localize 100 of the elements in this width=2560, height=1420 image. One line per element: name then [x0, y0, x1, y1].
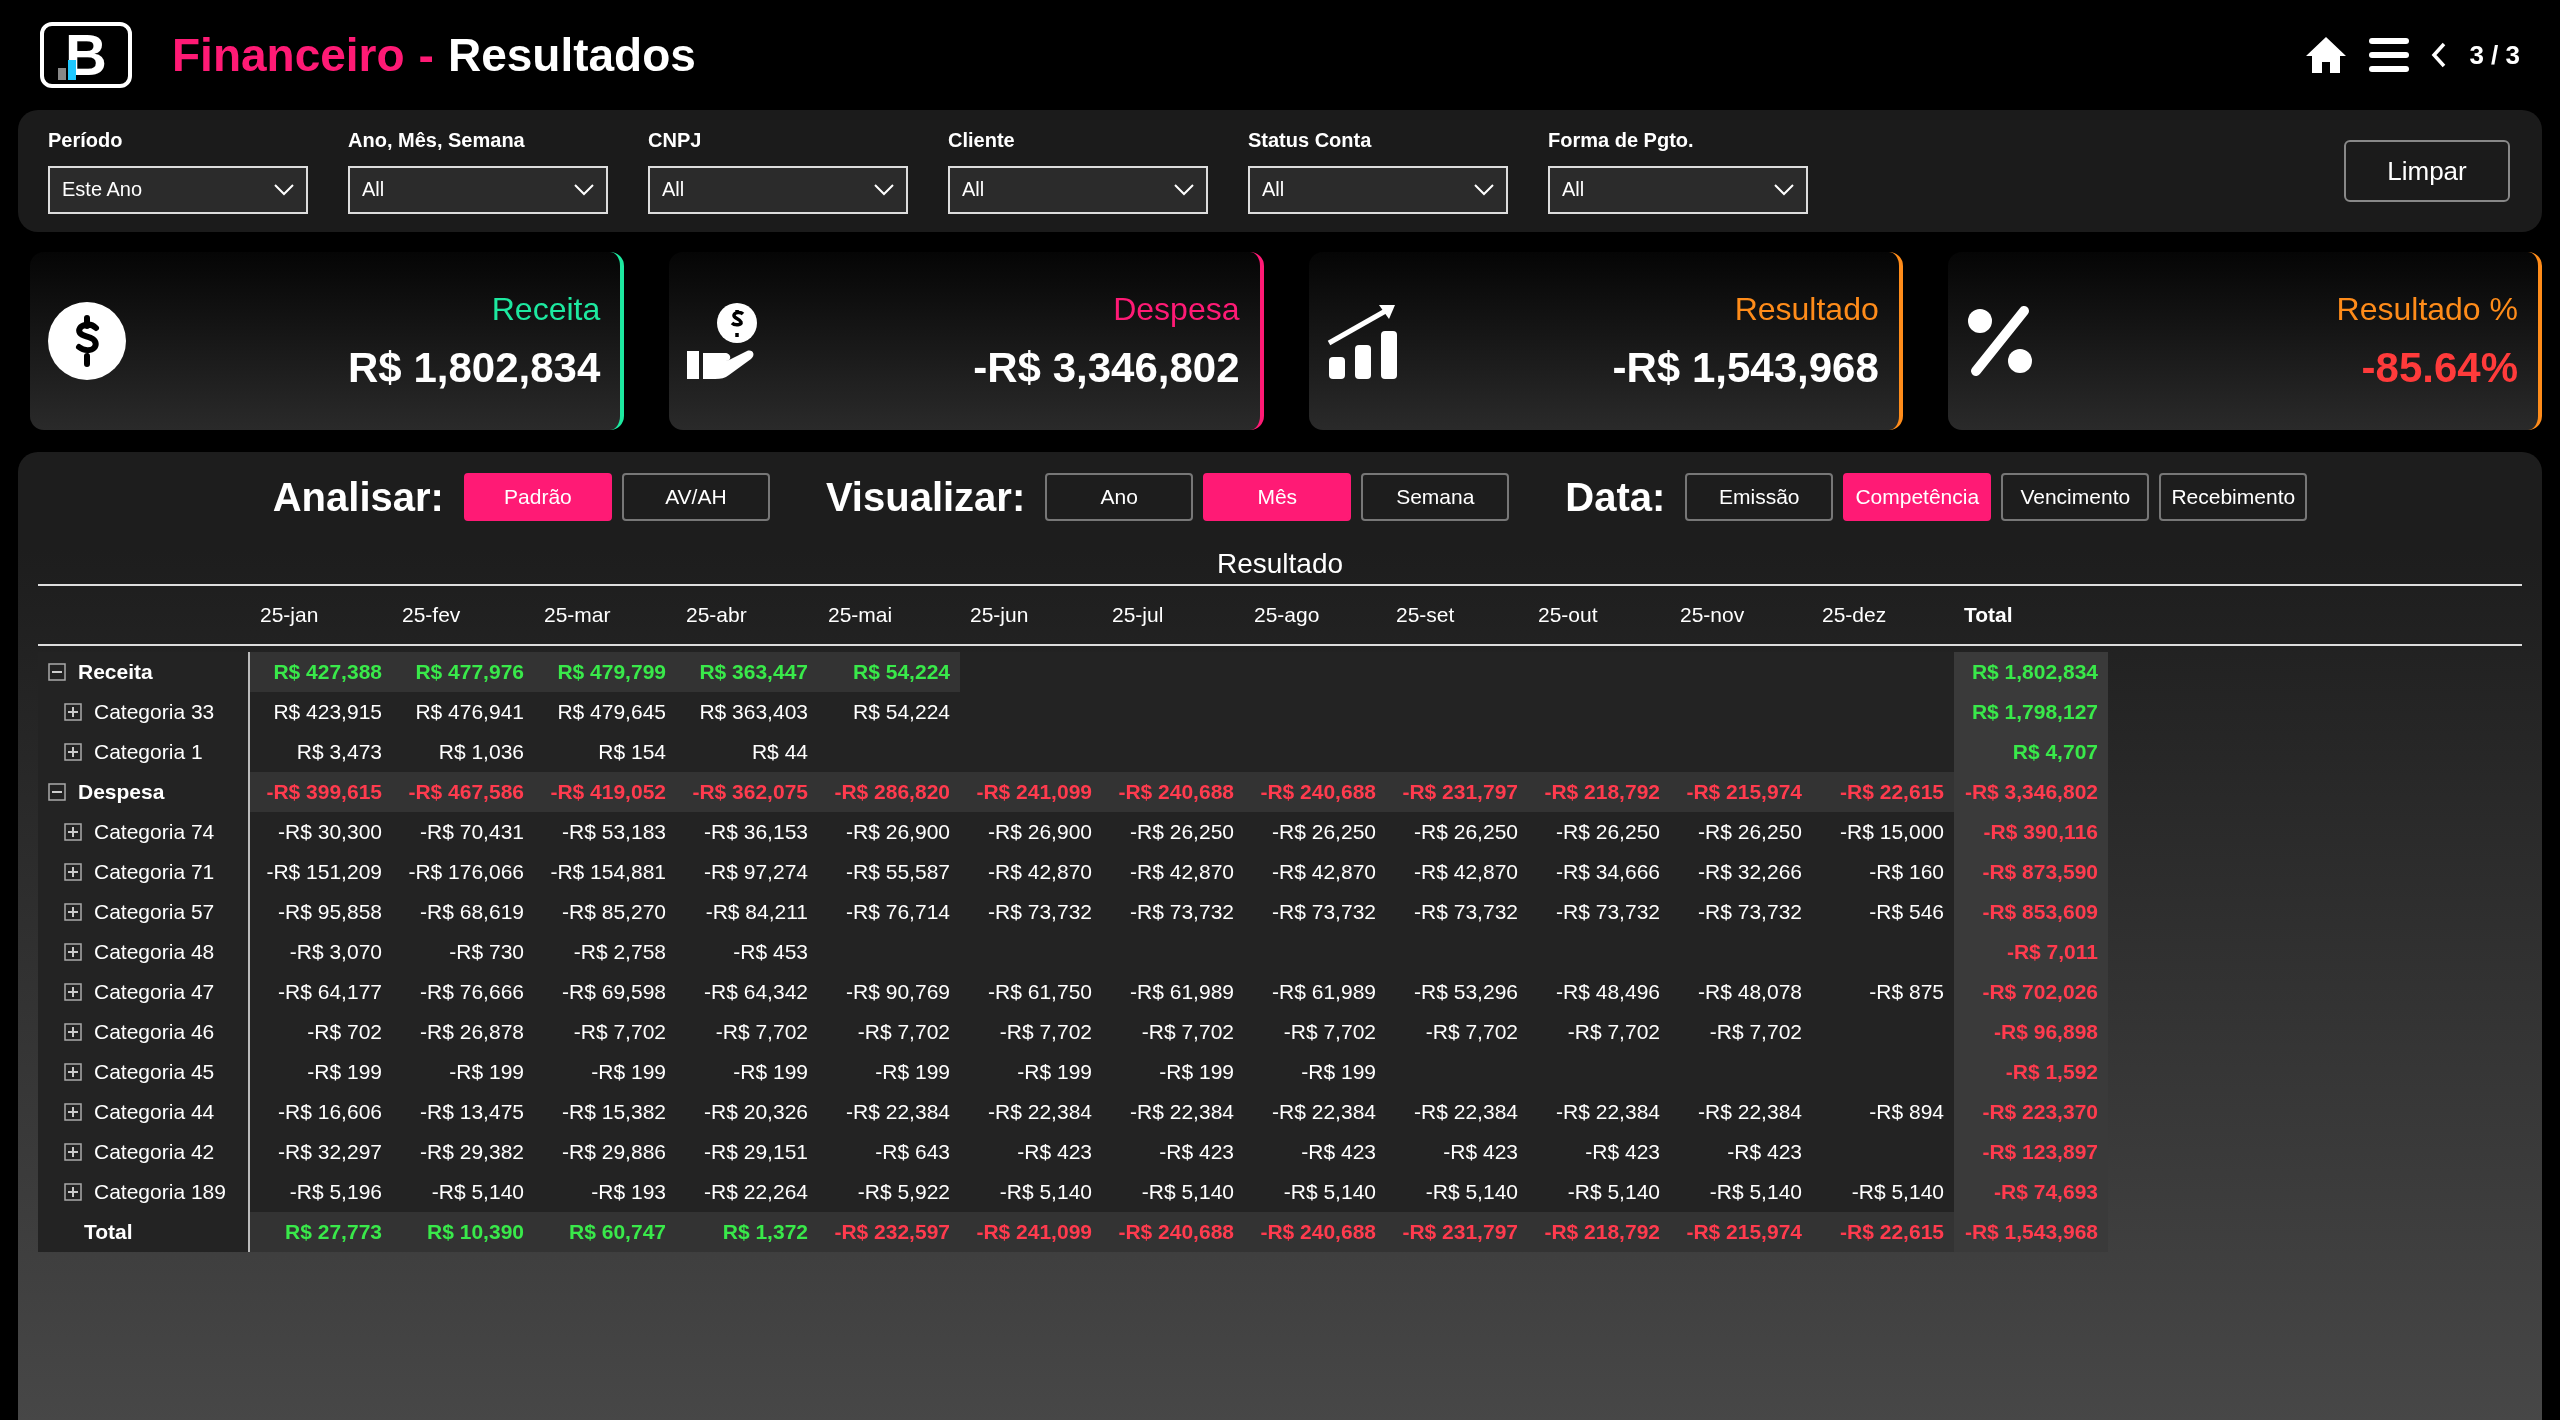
table-cell: -R$ 68,619: [420, 900, 524, 924]
total-cell: -R$ 7,011: [1954, 932, 2108, 972]
table-cell: -R$ 95,858: [278, 900, 382, 924]
total-cell: -R$ 853,609: [1954, 892, 2108, 932]
table-cell: -R$ 7,702: [1141, 1020, 1234, 1044]
table-cell: -R$ 423: [1017, 1140, 1092, 1164]
expand-icon[interactable]: [64, 1183, 82, 1201]
column-header: 25-jan: [259, 603, 320, 627]
table-cell: -R$ 546: [1869, 900, 1944, 924]
table-cell: -R$ 875: [1869, 980, 1944, 1004]
table-cell: -R$ 61,989: [1130, 980, 1234, 1004]
home-icon[interactable]: [2305, 36, 2348, 74]
expand-icon[interactable]: [64, 903, 82, 921]
table-cell: -R$ 199: [449, 1060, 524, 1084]
table-cell: -R$ 22,384: [1414, 1100, 1518, 1124]
table-cell: -R$ 240,688: [1244, 1212, 1386, 1252]
toggle-button[interactable]: Mês: [1203, 473, 1352, 521]
table-cell: -R$ 176,066: [408, 860, 524, 884]
table-cell: -R$ 5,140: [999, 1180, 1092, 1204]
page-title: Resultados: [447, 28, 696, 82]
table-cell: -R$ 26,250: [1414, 820, 1518, 844]
filter-dropdown[interactable]: All: [348, 165, 608, 214]
expand-icon[interactable]: [64, 1143, 82, 1161]
table-cell: -R$ 42,870: [1272, 860, 1376, 884]
column-header: 25-fev: [401, 603, 462, 627]
total-cell: -R$ 3,346,802: [1954, 772, 2108, 812]
total-cell: -R$ 74,693: [1954, 1172, 2108, 1212]
toggle-button[interactable]: AV/AH: [621, 473, 770, 521]
expand-icon[interactable]: [64, 703, 82, 721]
table-cell: -R$ 643: [875, 1140, 950, 1164]
table-cell: -R$ 286,820: [818, 772, 960, 812]
kpi-label: Resultado %: [2336, 290, 2518, 328]
total-cell: -R$ 1,592: [1954, 1052, 2108, 1092]
table-cell: -R$ 232,597: [818, 1212, 960, 1252]
expand-icon[interactable]: [64, 743, 82, 761]
table-cell: -R$ 154,881: [550, 860, 666, 884]
total-cell: -R$ 702,026: [1954, 972, 2108, 1012]
expand-icon[interactable]: [64, 983, 82, 1001]
column-header: 25-mar: [543, 603, 612, 627]
table-cell: -R$ 240,688: [1244, 772, 1386, 812]
filter-label: Cliente: [948, 128, 1016, 152]
toggle-button[interactable]: Padrão: [463, 473, 612, 521]
menu-icon[interactable]: [2369, 38, 2410, 72]
table-cell: -R$ 362,075: [676, 772, 818, 812]
row-label: Categoria 42: [94, 1140, 215, 1164]
collapse-icon[interactable]: [48, 783, 66, 801]
table-cell: -R$ 26,878: [420, 1020, 524, 1044]
expand-icon[interactable]: [64, 943, 82, 961]
table-cell: -R$ 26,900: [988, 820, 1092, 844]
table-cell: -R$ 231,797: [1386, 1212, 1528, 1252]
column-header: 25-dez: [1821, 603, 1888, 627]
column-header: 25-jun: [969, 603, 1030, 627]
total-cell: R$ 1,798,127: [1954, 692, 2108, 732]
table-cell: -R$ 26,900: [846, 820, 950, 844]
table-cell: -R$ 29,886: [562, 1140, 666, 1164]
toggle-button[interactable]: Competência: [1843, 473, 1992, 521]
row-label: Receita: [78, 660, 153, 684]
toggle-button[interactable]: Vencimento: [2001, 473, 2150, 521]
expand-icon[interactable]: [64, 1063, 82, 1081]
filter-label: CNPJ: [648, 128, 703, 152]
table-cell: -R$ 22,384: [988, 1100, 1092, 1124]
table-cell: -R$ 76,666: [420, 980, 524, 1004]
toggle-group-label: Data:: [1565, 474, 1666, 520]
table-cell: -R$ 199: [591, 1060, 666, 1084]
filter-dropdown[interactable]: All: [1548, 165, 1808, 214]
expand-icon[interactable]: [64, 863, 82, 881]
collapse-icon[interactable]: [48, 663, 66, 681]
table-cell: -R$ 42,870: [1414, 860, 1518, 884]
toggle-button[interactable]: Recebimento: [2159, 473, 2308, 521]
column-header: 25-mai: [827, 603, 894, 627]
table-cell: -R$ 730: [449, 940, 524, 964]
expand-icon[interactable]: [64, 1023, 82, 1041]
expand-icon[interactable]: [64, 823, 82, 841]
total-cell: -R$ 223,370: [1954, 1092, 2108, 1132]
table-cell: -R$ 199: [733, 1060, 808, 1084]
chevron-down-icon: [874, 183, 894, 196]
clear-button[interactable]: Limpar: [2344, 140, 2510, 202]
filter-dropdown[interactable]: All: [948, 165, 1208, 214]
toggle-button[interactable]: Semana: [1361, 473, 1510, 521]
expand-icon[interactable]: [64, 1103, 82, 1121]
table-cell: -R$ 26,250: [1130, 820, 1234, 844]
table-cell: -R$ 5,140: [1851, 1180, 1944, 1204]
table-cell: -R$ 22,384: [1272, 1100, 1376, 1124]
table-cell: R$ 423,915: [273, 700, 382, 724]
table-cell: -R$ 240,688: [1102, 772, 1244, 812]
toggle-button[interactable]: Emissão: [1685, 473, 1834, 521]
table-cell: -R$ 423: [1585, 1140, 1660, 1164]
filter-dropdown[interactable]: Este Ano: [48, 165, 308, 214]
table-cell: -R$ 199: [875, 1060, 950, 1084]
table-cell: -R$ 5,140: [1425, 1180, 1518, 1204]
row-label: Categoria 71: [94, 860, 215, 884]
back-icon[interactable]: [2431, 42, 2448, 68]
toggle-button[interactable]: Ano: [1045, 473, 1194, 521]
table-cell: -R$ 29,151: [704, 1140, 808, 1164]
filter-dropdown[interactable]: All: [1248, 165, 1508, 214]
kpi-value: R$ 1,802,834: [348, 343, 601, 392]
table-cell: -R$ 36,153: [704, 820, 808, 844]
table-cell: -R$ 231,797: [1386, 772, 1528, 812]
table-cell: -R$ 34,666: [1556, 860, 1660, 884]
filter-dropdown[interactable]: All: [648, 165, 908, 214]
